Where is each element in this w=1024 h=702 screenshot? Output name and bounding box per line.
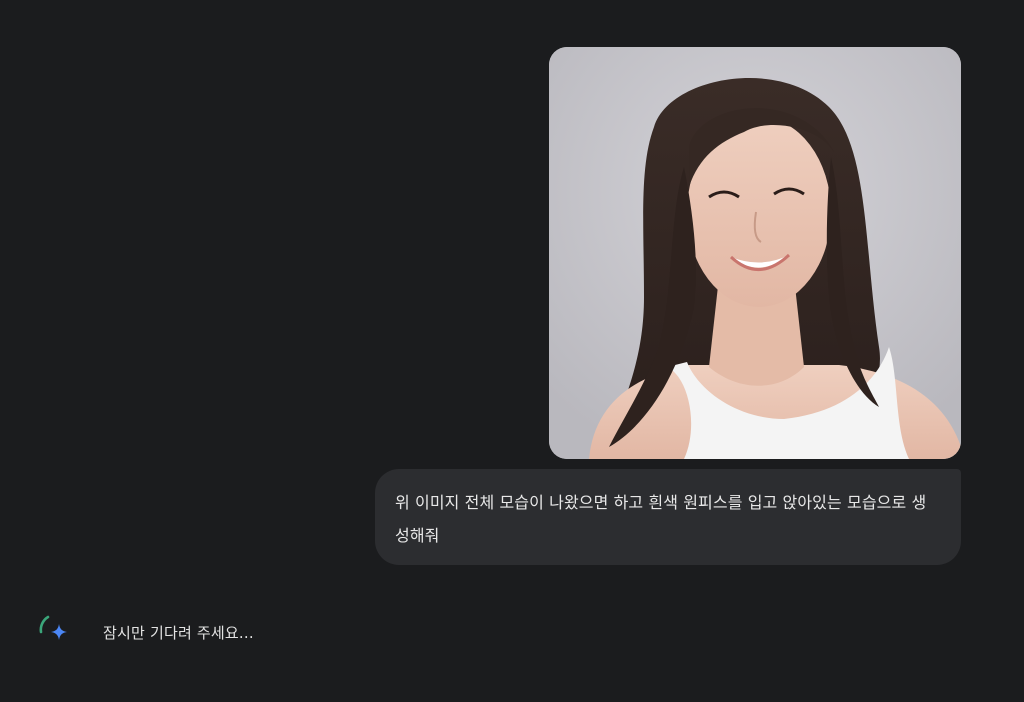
sparkle-icon xyxy=(51,624,67,640)
loading-status-text: 잠시만 기다려 주세요... xyxy=(103,623,254,642)
portrait-image xyxy=(549,47,961,459)
user-uploaded-image[interactable] xyxy=(549,47,961,459)
gemini-loading-icon xyxy=(36,612,76,652)
assistant-response: 잠시만 기다려 주세요... xyxy=(36,612,254,652)
user-message-text: 위 이미지 전체 모습이 나왔으면 하고 흰색 원피스를 입고 앉아있는 모습으… xyxy=(395,493,927,545)
user-message-bubble: 위 이미지 전체 모습이 나왔으면 하고 흰색 원피스를 입고 앉아있는 모습으… xyxy=(375,469,961,565)
chat-conversation: 위 이미지 전체 모습이 나왔으면 하고 흰색 원피스를 입고 앉아있는 모습으… xyxy=(0,0,1024,702)
